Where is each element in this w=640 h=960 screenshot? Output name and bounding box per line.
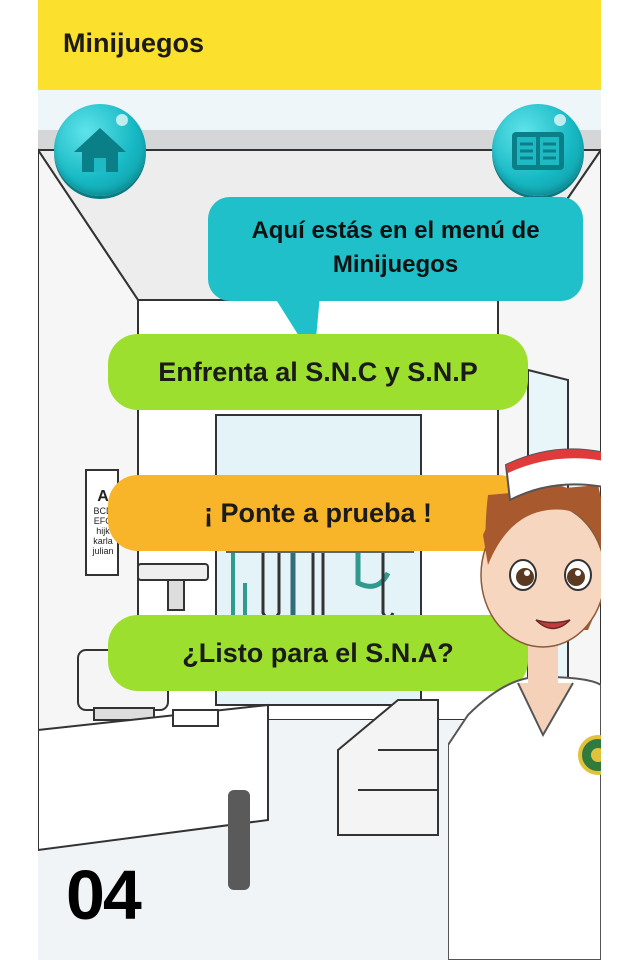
app-screen: Minijuegos A BCD EFG hijk karla julian A… xyxy=(38,0,601,960)
speech-bubble: Aquí estás en el menú de Minijuegos xyxy=(208,197,583,301)
eye-chart-line: julian xyxy=(92,546,114,556)
snc-snp-game-button[interactable]: Enfrenta al S.N.C y S.N.P xyxy=(108,334,528,410)
speech-bubble-text: Aquí estás en el menú de Minijuegos xyxy=(208,214,583,282)
nurse-character xyxy=(448,448,601,960)
page-number: 04 xyxy=(66,856,142,934)
speech-line-1: Aquí estás en el menú de xyxy=(251,217,540,244)
speech-line-2: Minijuegos xyxy=(332,251,459,278)
